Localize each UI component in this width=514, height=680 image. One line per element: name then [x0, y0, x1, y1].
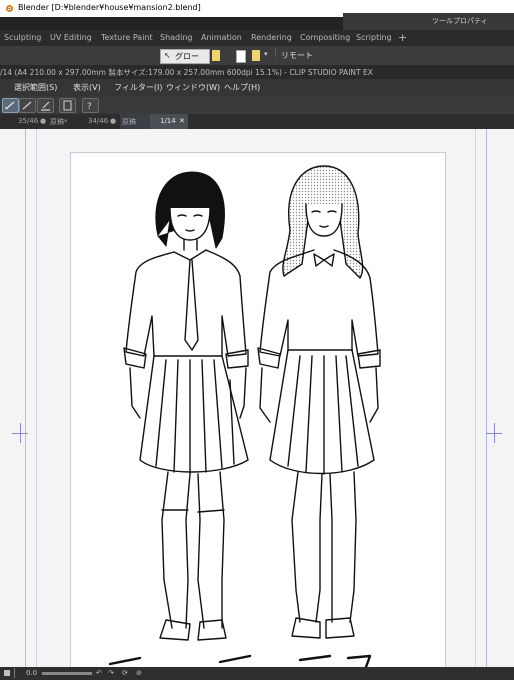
close-icon[interactable]: ✕ — [179, 117, 185, 125]
undo-icon[interactable]: ↶ — [96, 669, 102, 678]
document-info-text: /14 (A4 210.00 x 297.00mm 製本サイズ:179.00 x… — [0, 68, 373, 77]
tab-shading[interactable]: Shading — [160, 33, 193, 42]
modified-dot-icon: ● — [110, 117, 117, 125]
registration-mark-right-v — [494, 423, 495, 443]
window-title: Blender [D:¥blender¥house¥mansion2.blend… — [18, 3, 201, 12]
brush-tool-button[interactable] — [37, 98, 54, 113]
document-info-bar: /14 (A4 210.00 x 297.00mm 製本サイズ:179.00 x… — [0, 65, 514, 79]
zoom-slider[interactable] — [42, 672, 92, 675]
navigator-icon[interactable] — [4, 670, 10, 676]
doc-tab-draft-2[interactable]: 原稿 — [120, 114, 150, 129]
menu-bar: 選択範囲(S) 表示(V) フィルター(I) ウィンドウ(W) ヘルプ(H) — [0, 79, 514, 96]
modified-dot-icon: ● — [40, 117, 47, 125]
divider: | — [274, 48, 277, 57]
pen-tool-button[interactable] — [2, 98, 19, 113]
pencil-tool-button[interactable] — [19, 98, 36, 113]
tab-uv-editing[interactable]: UV Editing — [50, 33, 92, 42]
tablet-icon — [63, 100, 72, 111]
layer-button[interactable]: ↖ グロー — [160, 49, 210, 64]
menu-filter[interactable]: フィルター(I) — [114, 82, 162, 93]
csp-command-toolbar: ↖ グロー ▾ | リモート — [0, 46, 514, 65]
cursor-icon: ↖ — [164, 51, 171, 60]
doc-tab-label: 35/46 — [18, 117, 39, 125]
menu-selection[interactable]: 選択範囲(S) — [14, 82, 57, 93]
tab-rendering[interactable]: Rendering — [251, 33, 292, 42]
tab-scripting[interactable]: Scripting — [356, 33, 392, 42]
blender-logo-icon — [6, 5, 13, 12]
tab-sculpting[interactable]: Sculpting — [4, 33, 41, 42]
workspace-tabs: Sculpting UV Editing Texture Paint Shadi… — [0, 30, 514, 46]
check-icon[interactable] — [236, 50, 246, 63]
doc-tab-label: 1/14 — [160, 117, 176, 125]
guide-line-right — [486, 129, 487, 667]
remote-label[interactable]: リモート — [281, 50, 313, 61]
doc-tab-label: 34/46 — [88, 117, 109, 125]
guide-line-left-inner — [36, 129, 37, 667]
doc-tab-label: 原稿 — [122, 118, 136, 126]
doc-tab-label: 原稿* — [50, 118, 68, 126]
tab-animation[interactable]: Animation — [201, 33, 242, 42]
help-icon: ? — [87, 102, 92, 112]
svg-text:?: ? — [87, 102, 92, 112]
guide-line-right-inner — [475, 129, 476, 667]
device-button[interactable] — [59, 98, 76, 113]
reset-icon[interactable]: ⊘ — [136, 669, 142, 678]
doc-tab-draft[interactable]: 原稿* — [50, 114, 84, 129]
menu-window[interactable]: ウィンドウ(W) — [166, 82, 220, 93]
folder-icon[interactable] — [212, 50, 220, 61]
illustration-two-girls — [108, 165, 381, 667]
layer-label: グロー — [175, 52, 199, 61]
folder-icon-2[interactable] — [252, 50, 260, 61]
redo-icon[interactable]: ↷ — [108, 669, 114, 678]
doc-tab-1-14[interactable]: 1/14 ✕ — [150, 114, 188, 129]
tab-texture-paint[interactable]: Texture Paint — [101, 33, 153, 42]
doc-tab-34-46[interactable]: 34/46 ● — [86, 114, 120, 129]
pencil-icon — [22, 101, 32, 110]
menu-help[interactable]: ヘルプ(H) — [224, 82, 260, 93]
chevron-down-icon[interactable]: ▾ — [264, 50, 268, 58]
menu-view[interactable]: 表示(V) — [73, 82, 101, 93]
tool-property-title: ツールプロパティ — [432, 17, 488, 25]
brush-icon — [41, 101, 50, 111]
divider — [14, 668, 15, 678]
tool-property-panel-header[interactable]: ツールプロパティ — [343, 13, 514, 30]
guide-line-left — [25, 129, 26, 667]
command-bar: ? — [0, 96, 514, 114]
add-workspace-button[interactable]: + — [398, 31, 407, 44]
help-button[interactable]: ? — [82, 98, 99, 113]
document-tabs: 35/46 ● 原稿* 34/46 ● 原稿 1/14 ✕ — [0, 114, 514, 129]
rotate-icon[interactable]: ⟳ — [122, 669, 128, 678]
zoom-value[interactable]: 0.0 — [26, 669, 37, 678]
registration-mark-left-v — [20, 423, 21, 443]
status-bar: 0.0 ↶ ↷ ⟳ ⊘ — [0, 667, 514, 680]
doc-tab-35-46[interactable]: 35/46 ● — [16, 114, 50, 129]
pen-icon — [5, 101, 15, 110]
tab-compositing[interactable]: Compositing — [300, 33, 350, 42]
